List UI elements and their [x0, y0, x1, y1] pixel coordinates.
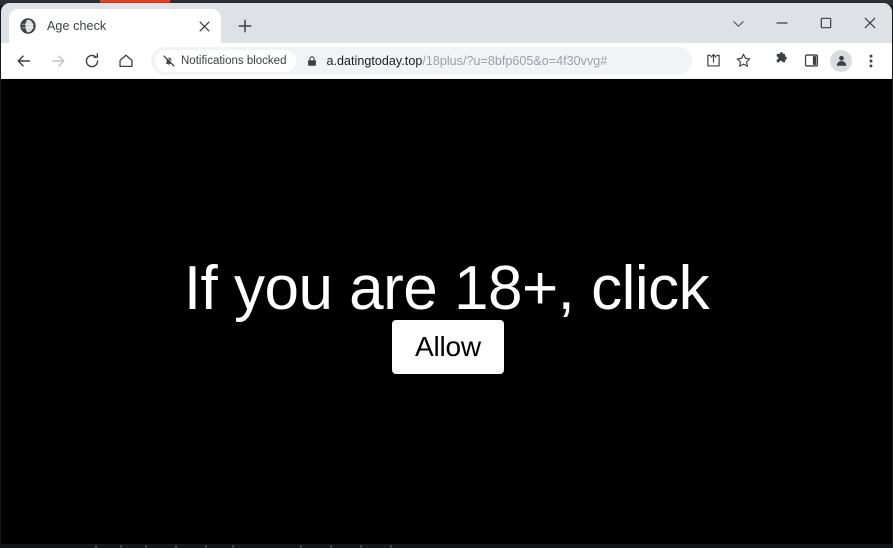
url-host: a.datingtoday.top [326, 53, 423, 68]
page-content: If you are 18+, click Allow [1, 79, 892, 545]
globe-icon [20, 18, 36, 34]
bookmark-button[interactable] [730, 48, 756, 74]
forward-button[interactable] [44, 47, 72, 75]
tab-title: Age check [47, 19, 107, 33]
side-panel-icon [804, 54, 818, 67]
tab-strip: Age check [1, 3, 892, 43]
tab-close-icon[interactable] [195, 17, 213, 35]
profile-button[interactable] [830, 49, 852, 72]
arrow-right-icon [51, 54, 65, 67]
minimize-icon [776, 22, 788, 24]
home-icon [119, 54, 133, 67]
share-icon [706, 53, 720, 67]
extensions-button[interactable] [768, 48, 794, 74]
maximize-icon [820, 17, 832, 29]
reload-button[interactable] [78, 47, 106, 75]
maximize-button[interactable] [804, 6, 848, 40]
three-dot-menu-icon [869, 54, 873, 67]
browser-toolbar: Notifications blocked a.datingtoday.top/… [1, 43, 892, 79]
page-headline: If you are 18+, click [183, 254, 710, 323]
tab-search-button[interactable] [716, 6, 760, 40]
browser-menu-button[interactable] [858, 48, 884, 74]
url-path: /18plus/?u=8bfp605&o=4f30vvg# [422, 53, 608, 68]
puzzle-icon [776, 52, 787, 63]
back-button[interactable] [10, 47, 38, 75]
screen: Age check Notifications blocked a.dating… [0, 0, 893, 548]
notifications-blocked-label: Notifications blocked [181, 54, 287, 67]
notifications-blocked-chip[interactable]: Notifications blocked [155, 49, 297, 72]
address-bar[interactable]: Notifications blocked a.datingtoday.top/… [151, 46, 692, 75]
arrow-left-icon [17, 54, 31, 67]
home-button[interactable] [112, 47, 140, 75]
plus-icon [238, 19, 252, 33]
new-tab-button[interactable] [231, 12, 259, 40]
allow-button[interactable]: Allow [392, 320, 504, 374]
desktop-taskbar-sliver [0, 544, 893, 548]
star-icon [736, 53, 750, 67]
browser-window: Age check Notifications blocked a.dating… [1, 3, 892, 545]
chevron-down-icon [732, 20, 744, 27]
close-icon [864, 17, 876, 29]
close-button[interactable] [848, 6, 892, 40]
url-text: a.datingtoday.top/18plus/?u=8bfp605&o=4f… [326, 54, 607, 68]
minimize-button[interactable] [760, 6, 804, 40]
tab-age-check[interactable]: Age check [9, 9, 221, 43]
share-button[interactable] [700, 48, 726, 74]
reload-icon [85, 52, 99, 67]
lock-icon[interactable] [304, 53, 320, 69]
side-panel-button[interactable] [798, 48, 824, 74]
window-controls [716, 3, 892, 43]
avatar-icon [836, 55, 846, 66]
bell-slash-icon [163, 54, 176, 67]
